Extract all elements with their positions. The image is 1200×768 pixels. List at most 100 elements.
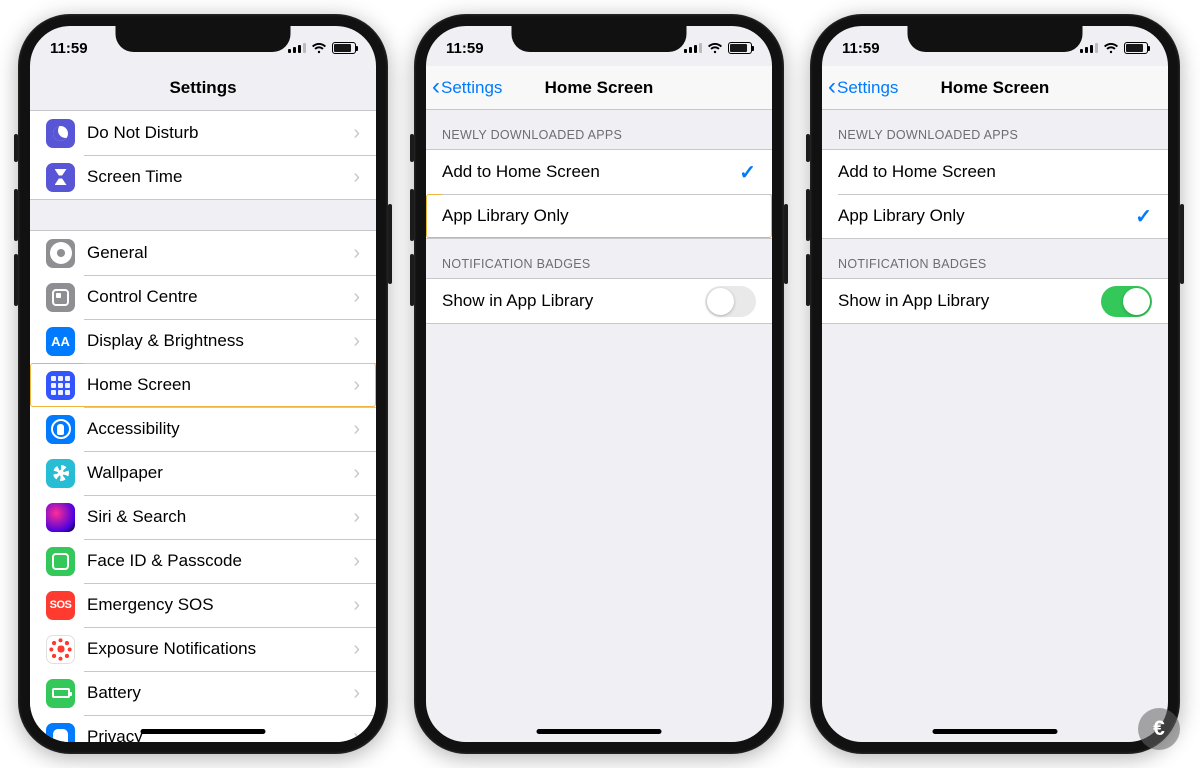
row-label: Accessibility	[87, 419, 353, 439]
chevron-right-icon: ›	[353, 726, 360, 743]
iphone-frame-2: 11:59 ‹ Settings Home Screen Newly Downl…	[414, 14, 784, 754]
settings-row-access[interactable]: Accessibility›	[30, 407, 376, 451]
checkmark-icon: ✓	[739, 160, 756, 185]
row-label: Emergency SOS	[87, 595, 353, 615]
cellular-icon	[684, 43, 702, 53]
back-label: Settings	[441, 78, 502, 98]
settings-row-faceid[interactable]: Face ID & Passcode›	[30, 539, 376, 583]
iphone-frame-3: 11:59 ‹ Settings Home Screen Newly Downl…	[810, 14, 1180, 754]
chevron-right-icon: ›	[353, 638, 360, 661]
chevron-right-icon: ›	[353, 506, 360, 529]
row-label: Control Centre	[87, 287, 353, 307]
section-header-downloads: Newly Downloaded Apps	[426, 110, 772, 149]
back-label: Settings	[837, 78, 898, 98]
nav-bar: Settings	[30, 66, 376, 110]
watermark-icon: €	[1138, 708, 1180, 750]
faceid-icon	[46, 547, 75, 576]
settings-row-home[interactable]: Home Screen›	[30, 363, 376, 407]
settings-row-dnd[interactable]: Do Not Disturb›	[30, 111, 376, 155]
section-header-badges: Notification Badges	[822, 239, 1168, 278]
text-size-icon: AA	[46, 327, 75, 356]
chevron-right-icon: ›	[353, 462, 360, 485]
siri-icon	[46, 503, 75, 532]
chevron-left-icon: ‹	[828, 75, 836, 99]
status-time: 11:59	[842, 40, 880, 57]
wifi-icon	[1103, 42, 1119, 54]
battery-icon	[1124, 42, 1148, 54]
option-add-to-home[interactable]: Add to Home Screen ✓	[426, 150, 772, 194]
status-time: 11:59	[446, 40, 484, 57]
cellular-icon	[288, 43, 306, 53]
battery-icon	[728, 42, 752, 54]
home-screen-settings: Newly Downloaded Apps Add to Home Screen…	[822, 110, 1168, 324]
home-screen-settings: Newly Downloaded Apps Add to Home Screen…	[426, 110, 772, 324]
toggle-show-in-library[interactable]	[705, 286, 756, 317]
settings-row-control[interactable]: Control Centre›	[30, 275, 376, 319]
switches-icon	[46, 283, 75, 312]
row-label: Screen Time	[87, 167, 353, 187]
notch	[512, 26, 687, 52]
row-label: Face ID & Passcode	[87, 551, 353, 571]
row-label: Wallpaper	[87, 463, 353, 483]
section-header-downloads: Newly Downloaded Apps	[822, 110, 1168, 149]
chevron-right-icon: ›	[353, 166, 360, 189]
checkmark-icon: ✓	[1135, 204, 1152, 229]
section-header-badges: Notification Badges	[426, 239, 772, 278]
settings-row-screentime[interactable]: Screen Time›	[30, 155, 376, 199]
settings-row-siri[interactable]: Siri & Search›	[30, 495, 376, 539]
row-label: Battery	[87, 683, 353, 703]
chevron-right-icon: ›	[353, 594, 360, 617]
home-indicator[interactable]	[933, 729, 1058, 734]
settings-row-general[interactable]: General›	[30, 231, 376, 275]
nav-title: Home Screen	[941, 78, 1050, 98]
row-show-in-library: Show in App Library	[822, 279, 1168, 323]
row-show-in-library: Show in App Library	[426, 279, 772, 323]
chevron-left-icon: ‹	[432, 75, 440, 99]
flower-icon	[46, 459, 75, 488]
battery-icon	[332, 42, 356, 54]
chevron-right-icon: ›	[353, 242, 360, 265]
chevron-right-icon: ›	[353, 374, 360, 397]
settings-row-wall[interactable]: Wallpaper›	[30, 451, 376, 495]
notch	[908, 26, 1083, 52]
status-time: 11:59	[50, 40, 88, 57]
back-button[interactable]: ‹ Settings	[432, 66, 502, 109]
hourglass-icon	[46, 163, 75, 192]
settings-row-sos[interactable]: SOS Emergency SOS›	[30, 583, 376, 627]
nav-bar: ‹ Settings Home Screen	[426, 66, 772, 110]
nav-title: Home Screen	[545, 78, 654, 98]
option-app-library-only[interactable]: App Library Only	[426, 194, 772, 238]
toggle-show-in-library[interactable]	[1101, 286, 1152, 317]
moon-icon	[46, 119, 75, 148]
nav-bar: ‹ Settings Home Screen	[822, 66, 1168, 110]
wifi-icon	[311, 42, 327, 54]
nav-title: Settings	[169, 78, 236, 98]
option-add-to-home[interactable]: Add to Home Screen	[822, 150, 1168, 194]
home-indicator[interactable]	[141, 729, 266, 734]
row-label: Display & Brightness	[87, 331, 353, 351]
home-grid-icon	[46, 371, 75, 400]
iphone-frame-1: 11:59 Settings Do Not Disturb›Screen Tim…	[18, 14, 388, 754]
chevron-right-icon: ›	[353, 122, 360, 145]
gear-icon	[46, 239, 75, 268]
wifi-icon	[707, 42, 723, 54]
exposure-icon	[46, 635, 75, 664]
back-button[interactable]: ‹ Settings	[828, 66, 898, 109]
settings-row-expo[interactable]: Exposure Notifications›	[30, 627, 376, 671]
settings-row-display[interactable]: AA Display & Brightness›	[30, 319, 376, 363]
hand-icon	[46, 723, 75, 743]
chevron-right-icon: ›	[353, 330, 360, 353]
settings-list[interactable]: Do Not Disturb›Screen Time› General›Cont…	[30, 110, 376, 742]
option-app-library-only[interactable]: App Library Only ✓	[822, 194, 1168, 238]
accessibility-icon	[46, 415, 75, 444]
row-label: Do Not Disturb	[87, 123, 353, 143]
settings-row-battery[interactable]: Battery›	[30, 671, 376, 715]
notch	[116, 26, 291, 52]
row-label: General	[87, 243, 353, 263]
row-label: Siri & Search	[87, 507, 353, 527]
chevron-right-icon: ›	[353, 550, 360, 573]
chevron-right-icon: ›	[353, 418, 360, 441]
chevron-right-icon: ›	[353, 682, 360, 705]
home-indicator[interactable]	[537, 729, 662, 734]
sos-icon: SOS	[46, 591, 75, 620]
